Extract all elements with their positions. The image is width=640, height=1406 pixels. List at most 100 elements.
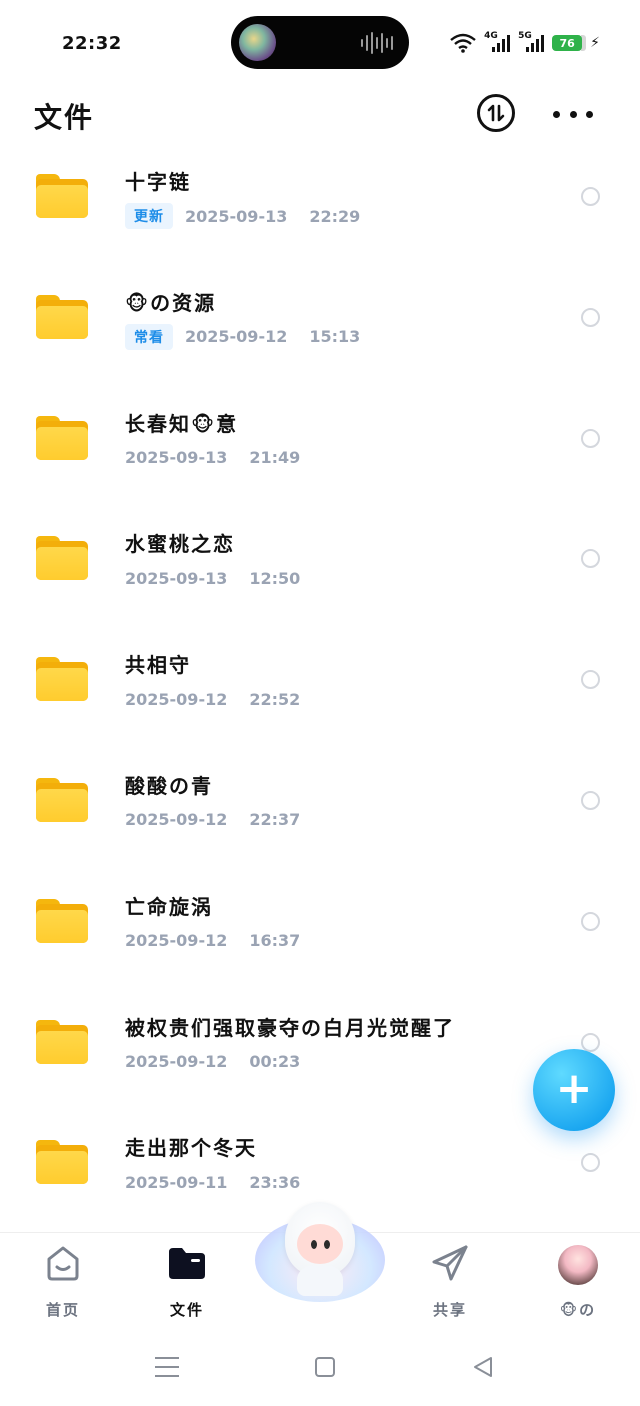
- sort-button[interactable]: [477, 94, 515, 132]
- nav-profile[interactable]: 🐵の: [533, 1241, 623, 1321]
- folder-date: 2025-09-12: [125, 931, 228, 951]
- select-radio[interactable]: [581, 670, 600, 690]
- more-options-button[interactable]: [553, 100, 593, 128]
- folder-name: 🐵の资源: [125, 290, 217, 315]
- folder-name: 亡命旋涡: [125, 894, 213, 919]
- sort-arrows-icon: [487, 104, 505, 122]
- status-time: 22:32: [62, 33, 122, 54]
- page-title: 文件: [34, 101, 95, 134]
- folder-name: 长春知🐵意: [125, 411, 239, 436]
- home-icon: [47, 1246, 79, 1281]
- folder-time: 16:37: [249, 931, 301, 951]
- folder-date: 2025-09-12: [125, 689, 228, 709]
- folder-filled-icon: [169, 1248, 205, 1279]
- folder-icon: [36, 657, 88, 702]
- more-dots-icon: [553, 110, 560, 118]
- folder-time: 22:37: [249, 810, 301, 830]
- folder-icon: [36, 415, 88, 460]
- battery-icon: 76 ⚡: [552, 35, 600, 51]
- system-nav-bar: [0, 1340, 640, 1396]
- list-item[interactable]: 亡命旋涡 2025-09-12 16:37: [0, 875, 640, 996]
- list-item[interactable]: 长春知🐵意 2025-09-13 21:49: [0, 392, 640, 513]
- folder-icon: [36, 174, 88, 218]
- nav-files[interactable]: 文件: [142, 1241, 232, 1321]
- folder-time: 23:36: [249, 1172, 301, 1192]
- folder-date: 2025-09-13: [185, 206, 288, 226]
- mascot-eye: [324, 1240, 330, 1249]
- mascot-assistant-button[interactable]: [255, 1196, 385, 1302]
- nav-share[interactable]: 共享: [405, 1241, 495, 1321]
- audio-wave-icon: [361, 31, 393, 55]
- share-send-icon: [432, 1245, 468, 1281]
- folder-name: 共相守: [125, 653, 191, 678]
- signal-4g-icon: 4G: [484, 31, 511, 53]
- folder-name: 水蜜桃之恋: [125, 532, 235, 557]
- dynamic-island[interactable]: [231, 16, 409, 69]
- list-item[interactable]: 水蜜桃之恋 2025-09-13 12:50: [0, 512, 640, 633]
- nav-files-label: 文件: [169, 1301, 204, 1319]
- folder-meta: 2025-09-13 12:50: [125, 565, 300, 591]
- folder-name: 被权贵们强取豪夺の白月光觉醒了: [125, 1015, 455, 1040]
- folder-meta: 2025-09-12 22:37: [125, 807, 300, 833]
- folder-meta: 更新 2025-09-13 22:29: [125, 203, 360, 229]
- nav-home[interactable]: 首页: [18, 1241, 108, 1321]
- folder-icon: [36, 536, 88, 581]
- nav-share-label: 共享: [432, 1301, 467, 1319]
- status-bar: 22:32 4G 5G 76 ⚡: [0, 0, 640, 88]
- select-radio[interactable]: [581, 187, 600, 206]
- nav-home-label: 首页: [45, 1301, 80, 1319]
- battery-level: 76: [552, 35, 583, 51]
- select-radio[interactable]: [581, 549, 600, 569]
- select-radio[interactable]: [581, 911, 600, 931]
- folder-time: 00:23: [249, 1052, 301, 1072]
- music-album-icon: [239, 24, 276, 61]
- select-radio[interactable]: [581, 428, 600, 448]
- plus-icon: +: [555, 1062, 593, 1114]
- folder-icon: [36, 294, 88, 339]
- mascot-body: [297, 1266, 343, 1296]
- folder-date: 2025-09-12: [125, 810, 228, 830]
- select-radio[interactable]: [581, 1032, 600, 1052]
- folder-name: 酸酸の青: [125, 773, 213, 798]
- add-button[interactable]: +: [533, 1049, 615, 1131]
- folder-date: 2025-09-13: [125, 448, 228, 468]
- folder-time: 12:50: [249, 568, 301, 588]
- signal-5g-icon: 5G: [518, 31, 545, 53]
- folder-date: 2025-09-12: [185, 327, 288, 347]
- recent-apps-icon[interactable]: [155, 1357, 179, 1379]
- folder-icon: [36, 898, 88, 943]
- mascot-face: [297, 1224, 343, 1264]
- folder-time: 21:49: [249, 448, 301, 468]
- folder-time: 22:29: [309, 206, 361, 226]
- select-radio[interactable]: [581, 790, 600, 810]
- folder-meta: 2025-09-11 23:36: [125, 1169, 300, 1195]
- status-badge: 常看: [125, 323, 173, 350]
- folder-name: 十字链: [125, 170, 191, 194]
- avatar: [558, 1245, 598, 1285]
- folder-date: 2025-09-11: [125, 1172, 228, 1192]
- folder-meta: 2025-09-12 22:52: [125, 686, 300, 712]
- select-radio[interactable]: [581, 1153, 600, 1173]
- home-square-icon[interactable]: [315, 1357, 335, 1377]
- status-badge: 更新: [125, 203, 173, 229]
- list-item[interactable]: 十字链 更新 2025-09-13 22:29: [0, 150, 640, 271]
- list-item[interactable]: 酸酸の青 2025-09-12 22:37: [0, 754, 640, 875]
- charging-bolt-icon: ⚡: [590, 35, 600, 51]
- folder-meta: 2025-09-12 00:23: [125, 1049, 300, 1075]
- list-item[interactable]: 共相守 2025-09-12 22:52: [0, 633, 640, 754]
- folder-meta: 2025-09-13 21:49: [125, 445, 300, 471]
- folder-time: 15:13: [309, 327, 361, 347]
- folder-icon: [36, 1019, 88, 1064]
- folder-name: 走出那个冬天: [125, 1136, 257, 1161]
- folder-time: 22:52: [249, 689, 301, 709]
- list-item[interactable]: 🐵の资源 常看 2025-09-12 15:13: [0, 271, 640, 392]
- back-triangle-icon[interactable]: [471, 1355, 495, 1379]
- folder-meta: 常看 2025-09-12 15:13: [125, 323, 361, 350]
- select-radio[interactable]: [581, 307, 600, 327]
- folder-date: 2025-09-13: [125, 568, 228, 588]
- folder-meta: 2025-09-12 16:37: [125, 928, 300, 954]
- wifi-icon: [450, 33, 476, 53]
- folder-date: 2025-09-12: [125, 1052, 228, 1072]
- folder-icon: [36, 1140, 88, 1185]
- folder-icon: [36, 777, 88, 822]
